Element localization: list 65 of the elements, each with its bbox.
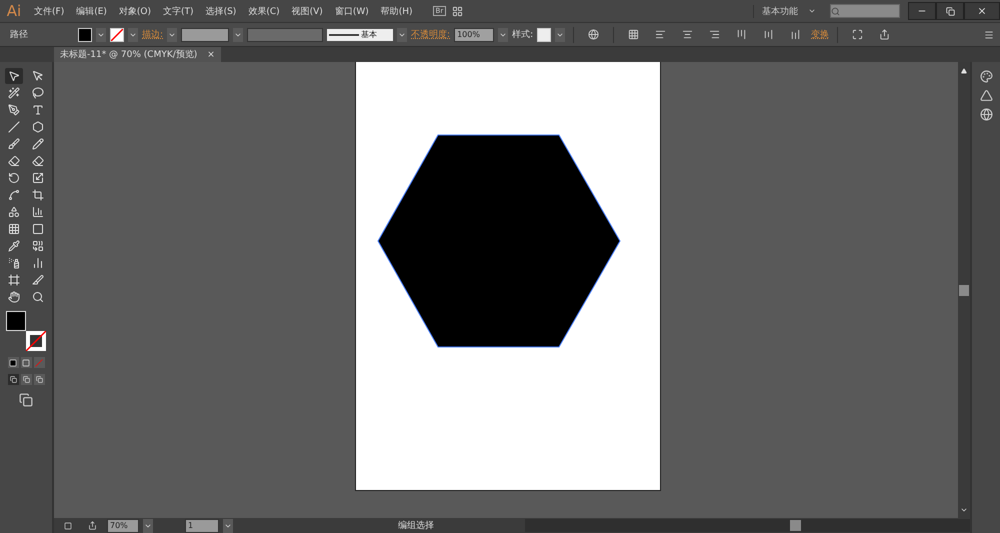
menu-item[interactable]: 窗口(W) xyxy=(328,4,375,18)
restore-button[interactable] xyxy=(936,2,964,20)
palette-icon[interactable] xyxy=(980,70,992,83)
horizontal-scrollbar[interactable] xyxy=(525,519,970,532)
square-icon xyxy=(9,358,17,366)
variable-width-field[interactable] xyxy=(247,28,324,42)
share-icon[interactable] xyxy=(879,29,890,40)
page-field[interactable]: 1 xyxy=(185,518,219,532)
selection-label: 路径 xyxy=(10,28,28,41)
app-logo: Ai xyxy=(6,2,22,20)
caret-icon[interactable] xyxy=(498,28,508,42)
search-icon xyxy=(831,6,840,16)
vertical-scrollbar[interactable] xyxy=(958,62,970,518)
align-top-icon[interactable] xyxy=(736,29,748,40)
menu-item[interactable]: 帮助(H) xyxy=(374,4,419,18)
fill-swatch[interactable] xyxy=(78,28,92,42)
workspace-switcher[interactable]: 基本功能 xyxy=(753,4,802,18)
slash-icon xyxy=(35,358,43,366)
align-center-icon[interactable] xyxy=(682,29,694,40)
scroll-thumb[interactable] xyxy=(790,520,801,531)
opacity-field[interactable]: 100% xyxy=(454,28,494,42)
close-icon xyxy=(977,6,987,16)
caret-icon[interactable] xyxy=(233,28,244,42)
stroke-profile-field[interactable]: 基本 xyxy=(327,28,394,40)
align-left-icon[interactable] xyxy=(655,29,666,40)
zoom-field[interactable]: 70% xyxy=(107,518,139,532)
align-middle-icon[interactable] xyxy=(763,29,774,40)
panel-menu-icon[interactable] xyxy=(984,30,994,40)
scroll-thumb[interactable] xyxy=(959,284,969,296)
cursor-icon[interactable] xyxy=(5,68,23,84)
share-icon[interactable] xyxy=(88,521,97,530)
up-arrow-icon[interactable] xyxy=(961,68,967,74)
style-label: 样式: xyxy=(512,28,534,41)
close-button[interactable] xyxy=(964,2,1000,20)
menu-item[interactable]: 文件(F) xyxy=(28,4,70,18)
menu-item[interactable]: 视图(V) xyxy=(286,4,329,18)
menu-item[interactable]: 文字(T) xyxy=(157,4,200,18)
caret-icon[interactable] xyxy=(223,518,233,532)
caret-icon[interactable] xyxy=(808,7,816,15)
menu-item[interactable]: 编辑(E) xyxy=(70,4,113,18)
grid-icon[interactable] xyxy=(628,29,640,40)
caret-icon[interactable] xyxy=(555,28,566,42)
menu-item[interactable]: 效果(C) xyxy=(242,4,286,18)
align-bottom-icon[interactable] xyxy=(790,29,802,40)
stroke-swatch[interactable] xyxy=(110,28,124,42)
menu-item[interactable]: 对象(O) xyxy=(112,4,158,18)
stroke-swatch[interactable] xyxy=(26,331,46,351)
gradient-button[interactable] xyxy=(20,357,32,368)
caret-icon[interactable] xyxy=(143,518,153,532)
close-icon[interactable]: × xyxy=(207,50,215,60)
menu-item[interactable]: 选择(S) xyxy=(200,4,242,18)
search-field[interactable] xyxy=(830,4,900,18)
style-swatch[interactable] xyxy=(537,28,552,42)
line-icon xyxy=(329,32,360,36)
layout-icon[interactable] xyxy=(452,6,464,16)
color-button[interactable] xyxy=(8,357,18,368)
document-tab[interactable]: 未标题-11* @ 70% (CMYK/预览) × xyxy=(54,47,221,62)
restore-icon xyxy=(946,6,954,16)
caret-icon[interactable] xyxy=(397,28,408,42)
align-right-icon[interactable] xyxy=(709,29,720,40)
status-text: 编组选择 xyxy=(397,520,435,532)
stroke-weight-field[interactable] xyxy=(181,28,230,42)
square-icon xyxy=(22,358,30,366)
fill-swatch[interactable] xyxy=(6,311,26,331)
globe-icon[interactable] xyxy=(588,29,600,40)
